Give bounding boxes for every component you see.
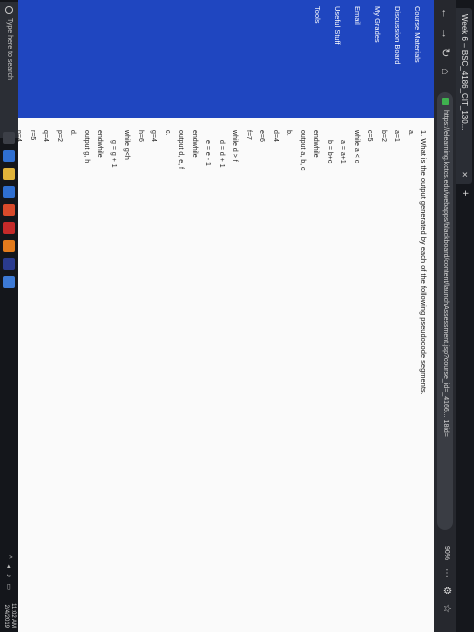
taskbar-search[interactable]: Type here to search (0, 2, 18, 138)
refresh-icon[interactable]: ↻ (438, 48, 452, 57)
code-line: endwhile (312, 130, 320, 158)
code-line: b = b+c (326, 140, 333, 164)
settings-icon[interactable]: ⚙ (441, 586, 452, 595)
code-line: d=4 (272, 130, 279, 142)
app-icon[interactable] (3, 222, 15, 234)
new-tab-button[interactable]: + (458, 190, 472, 196)
store-icon[interactable] (3, 186, 15, 198)
code-line: while g<h (123, 130, 131, 160)
code-line: p=2 (56, 130, 63, 142)
code-line: endwhile (191, 130, 198, 158)
code-line: output a, b, c (299, 130, 306, 171)
code-line: d = d + 1 (218, 140, 225, 168)
code-line: b=2 (380, 130, 387, 142)
code-line: a = a+1 (339, 140, 347, 164)
address-bar[interactable]: https://elearning.kctcs.edu/webapps/blac… (437, 92, 453, 530)
code-line: g = g + 1 (110, 140, 117, 168)
firefox-icon[interactable] (3, 240, 15, 252)
code-line: output d, e, f (177, 130, 185, 169)
course-menu: Course Materials Discussion Board My Gra… (18, 0, 434, 118)
code-line: e = e - 1 (204, 140, 212, 166)
menu-item-tools[interactable]: Tools (313, 6, 322, 24)
code-line: while a < c (353, 130, 360, 164)
task-view-icon[interactable] (3, 132, 15, 144)
code-line: g=4 (150, 130, 158, 142)
code-line: endwhile (96, 130, 104, 158)
code-line: a=1 (393, 130, 401, 142)
menu-item-my-grades[interactable]: My Grades (373, 6, 382, 43)
code-line: b. (285, 130, 293, 136)
favorite-icon[interactable]: ☆ (441, 604, 452, 613)
more-icon[interactable]: ⋯ (441, 568, 452, 578)
clock-time: 11:02 AM (10, 603, 16, 628)
home-icon[interactable]: ⌂ (438, 68, 452, 75)
menu-item-useful-stuff[interactable]: Useful Stuff (333, 6, 342, 45)
search-icon (5, 6, 13, 14)
clock-date: 2/4/2019 (3, 604, 9, 628)
close-icon[interactable]: ✕ (456, 171, 472, 178)
screen: Week 6 – BSC_4186_CIT_130... ✕ + ← → ↻ ⌂… (0, 0, 474, 632)
taskbar: Type here to search ^ ◂ ♪ ▭ 11:02 AM 2/4… (0, 0, 18, 632)
code-line: e=6 (258, 130, 266, 142)
menu-item-email[interactable]: Email (353, 6, 362, 25)
tab-title: Week 6 – BSC_4186_CIT_130... (460, 14, 469, 131)
code-line: a. (407, 130, 414, 136)
code-line: f=7 (245, 130, 252, 140)
search-placeholder: Type here to search (6, 18, 13, 80)
system-tray[interactable]: ^ ◂ ♪ ▭ (5, 555, 13, 592)
code-line: d. (69, 130, 77, 136)
edge-icon[interactable] (3, 150, 15, 162)
file-explorer-icon[interactable] (3, 168, 15, 180)
browser-tab[interactable]: Week 6 – BSC_4186_CIT_130... ✕ (456, 8, 472, 184)
code-line: q=4 (42, 130, 50, 142)
code-line: while d > f (231, 130, 239, 162)
word-icon[interactable] (3, 258, 15, 270)
menu-item-course-materials[interactable]: Course Materials (413, 6, 422, 63)
forward-icon[interactable]: → (438, 28, 452, 39)
url-text: https://elearning.kctcs.edu/webapps/blac… (442, 110, 449, 437)
browser-toolbar: ← → ↻ ⌂ https://elearning.kctcs.edu/weba… (434, 0, 456, 632)
code-line: output g, h (83, 130, 90, 164)
code-line: h=6 (137, 130, 144, 142)
office-icon[interactable] (3, 204, 15, 216)
code-line: c. (164, 130, 171, 136)
back-icon[interactable]: ← (438, 8, 452, 19)
code-line: r=5 (29, 130, 36, 141)
code-line: c=5 (366, 130, 374, 142)
question-text: 1. What is the output generated by each … (419, 130, 428, 395)
clock[interactable]: 11:02 AM 2/4/2019 (2, 603, 16, 628)
tab-strip: Week 6 – BSC_4186_CIT_130... ✕ + (456, 0, 474, 632)
menu-item-discussion-board[interactable]: Discussion Board (393, 6, 402, 64)
app-icon-2[interactable] (3, 276, 15, 288)
zoom-level: 90% (443, 546, 450, 561)
lock-icon (442, 98, 449, 105)
